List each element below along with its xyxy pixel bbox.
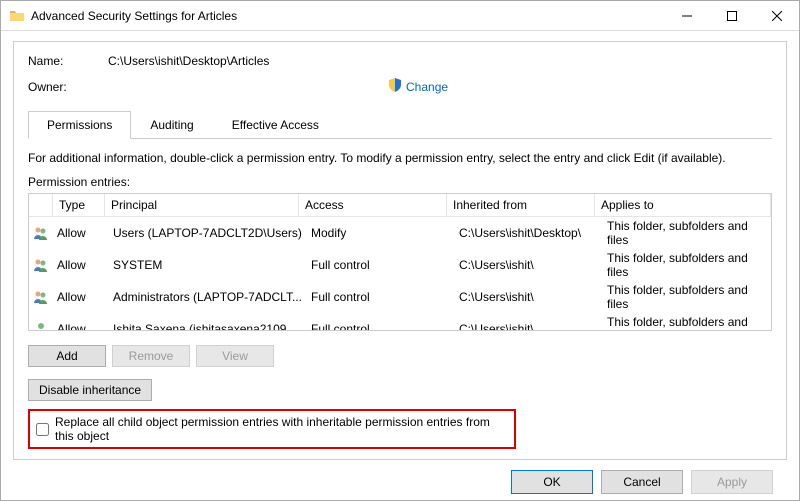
disable-inheritance-row: Disable inheritance [28, 379, 772, 401]
table-row[interactable]: AllowIshita Saxena (ishitasaxena2109...F… [29, 313, 771, 331]
col-applies-header[interactable]: Applies to [595, 194, 771, 216]
group-icon [29, 257, 53, 273]
folder-icon [9, 8, 25, 24]
table-row[interactable]: AllowSYSTEMFull controlC:\Users\ishit\Th… [29, 249, 771, 281]
name-row: Name: C:\Users\ishit\Desktop\Articles [28, 54, 772, 68]
cell-applies: This folder, subfolders and files [603, 315, 771, 331]
col-icon-header[interactable] [29, 194, 53, 216]
replace-checkbox[interactable] [36, 423, 49, 436]
cell-access: Full control [307, 258, 455, 272]
close-button[interactable] [754, 1, 799, 31]
maximize-button[interactable] [709, 1, 754, 31]
table-row[interactable]: AllowUsers (LAPTOP-7ADCLT2D\Users)Modify… [29, 217, 771, 249]
grid-body: AllowUsers (LAPTOP-7ADCLT2D\Users)Modify… [29, 217, 771, 331]
replace-label: Replace all child object permission entr… [55, 415, 508, 443]
cell-access: Full control [307, 322, 455, 331]
col-principal-header[interactable]: Principal [105, 194, 299, 216]
owner-value: Change [108, 78, 772, 95]
ok-button[interactable]: OK [511, 470, 593, 494]
minimize-button[interactable] [664, 1, 709, 31]
table-row[interactable]: AllowAdministrators (LAPTOP-7ADCLT...Ful… [29, 281, 771, 313]
cell-inherited: C:\Users\ishit\ [455, 322, 603, 331]
cell-applies: This folder, subfolders and files [603, 283, 771, 311]
name-label: Name: [28, 54, 108, 68]
cell-applies: This folder, subfolders and files [603, 251, 771, 279]
change-owner-link[interactable]: Change [388, 78, 448, 95]
cell-applies: This folder, subfolders and files [603, 219, 771, 247]
entry-buttons: Add Remove View [28, 345, 772, 367]
disable-inheritance-button[interactable]: Disable inheritance [28, 379, 152, 401]
cancel-button[interactable]: Cancel [601, 470, 683, 494]
owner-label: Owner: [28, 80, 108, 94]
window: Advanced Security Settings for Articles … [0, 0, 800, 501]
tab-permissions[interactable]: Permissions [28, 111, 131, 139]
footer: OK Cancel Apply [13, 460, 787, 500]
col-inherited-header[interactable]: Inherited from [447, 194, 595, 216]
cell-type: Allow [53, 258, 109, 272]
cell-principal: SYSTEM [109, 258, 307, 272]
info-text: For additional information, double-click… [28, 151, 772, 165]
group-icon [29, 225, 53, 241]
cell-access: Modify [307, 226, 455, 240]
cell-type: Allow [53, 322, 109, 331]
cell-inherited: C:\Users\ishit\Desktop\ [455, 226, 603, 240]
replace-checkbox-row: Replace all child object permission entr… [28, 409, 516, 449]
remove-button: Remove [112, 345, 190, 367]
cell-principal: Ishita Saxena (ishitasaxena2109... [109, 322, 307, 331]
content: Name: C:\Users\ishit\Desktop\Articles Ow… [1, 31, 799, 500]
grid-header: Type Principal Access Inherited from App… [29, 194, 771, 217]
tab-auditing[interactable]: Auditing [131, 111, 212, 139]
cell-inherited: C:\Users\ishit\ [455, 258, 603, 272]
tabs: Permissions Auditing Effective Access [28, 111, 772, 139]
group-icon [29, 289, 53, 305]
col-type-header[interactable]: Type [53, 194, 105, 216]
add-button[interactable]: Add [28, 345, 106, 367]
permissions-grid: Type Principal Access Inherited from App… [28, 193, 772, 331]
window-title: Advanced Security Settings for Articles [31, 9, 664, 23]
inner-panel: Name: C:\Users\ishit\Desktop\Articles Ow… [13, 41, 787, 460]
change-link-text: Change [406, 80, 448, 94]
cell-type: Allow [53, 290, 109, 304]
name-value: C:\Users\ishit\Desktop\Articles [108, 54, 772, 68]
cell-principal: Administrators (LAPTOP-7ADCLT... [109, 290, 307, 304]
titlebar: Advanced Security Settings for Articles [1, 1, 799, 31]
user-icon [29, 321, 53, 331]
tab-effective-access[interactable]: Effective Access [213, 111, 338, 139]
apply-button: Apply [691, 470, 773, 494]
shield-icon [388, 78, 402, 95]
cell-principal: Users (LAPTOP-7ADCLT2D\Users) [109, 226, 307, 240]
col-access-header[interactable]: Access [299, 194, 447, 216]
view-button: View [196, 345, 274, 367]
cell-type: Allow [53, 226, 109, 240]
owner-row: Owner: Change [28, 78, 772, 95]
cell-access: Full control [307, 290, 455, 304]
entries-label: Permission entries: [28, 175, 772, 189]
cell-inherited: C:\Users\ishit\ [455, 290, 603, 304]
